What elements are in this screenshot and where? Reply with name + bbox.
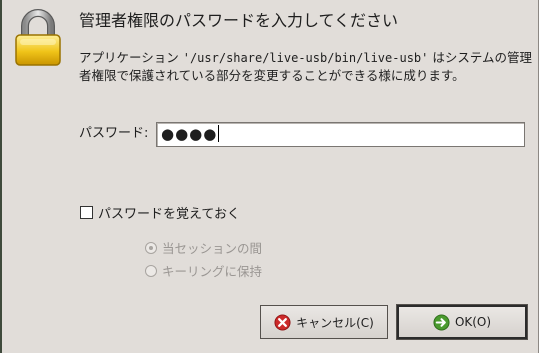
password-masked-value: ●●●● [161,125,218,143]
dialog-message: アプリケーション '/usr/share/live-usb/bin/live-u… [79,49,534,84]
ok-arrow-icon [433,313,450,331]
password-label: パスワード: [79,126,149,141]
cancel-button[interactable]: キャンセル(C) [260,305,388,339]
cancel-icon [274,313,291,331]
radio-button-selected[interactable] [145,241,157,254]
remember-password-label: パスワードを覚えておく [98,207,240,222]
remember-password-checkbox[interactable]: パスワードを覚えておく [80,203,240,222]
radio-keyring[interactable]: キーリングに保持 [145,261,262,280]
message-program-path: '/usr/share/live-usb/bin/live-usb' [182,51,429,65]
message-prefix: アプリケーション [79,50,183,65]
radio-this-session-label: 当セッションの間 [162,241,263,256]
lock-icon [15,9,61,66]
dialog-title: 管理者権限のパスワードを入力してください [79,11,399,30]
text-cursor [218,125,220,142]
auth-dialog: 管理者権限のパスワードを入力してください アプリケーション '/usr/shar… [0,0,539,353]
cancel-button-label: キャンセル(C) [296,315,374,330]
ok-button[interactable]: OK(O) [396,304,528,340]
checkbox-box[interactable] [80,206,93,219]
radio-this-session[interactable]: 当セッションの間 [145,238,262,257]
radio-keyring-label: キーリングに保持 [162,264,263,279]
ok-button-label: OK(O) [454,315,492,329]
radio-button[interactable] [145,264,157,277]
password-input[interactable]: ●●●● [156,122,525,147]
